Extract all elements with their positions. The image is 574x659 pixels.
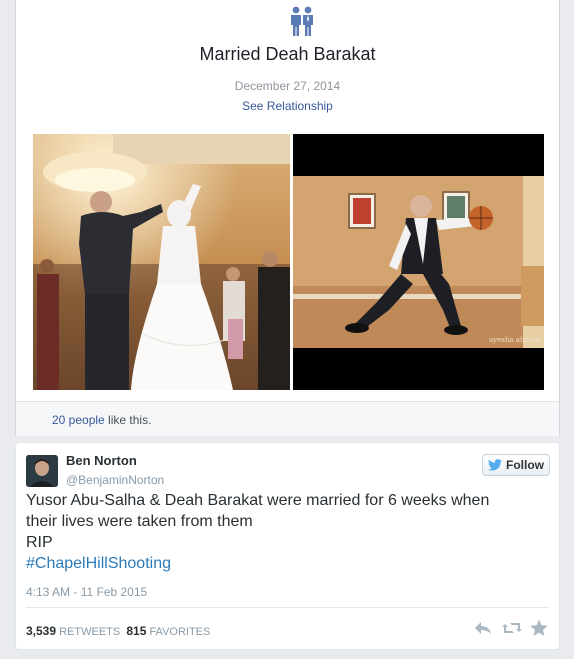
photo-watermark: ayesha ahmad	[489, 336, 540, 344]
likes-bar: 20 people like this.	[16, 401, 559, 436]
life-event-date: December 27, 2014	[234, 79, 341, 93]
tweet-text-line: RIP	[26, 534, 53, 551]
life-event-title: Married Deah Barakat	[199, 44, 376, 64]
favorites-count[interactable]: 815	[126, 624, 146, 638]
likes-count-link[interactable]: 20 people	[52, 413, 105, 427]
tweet-text: Yusor Abu-Salha & Deah Barakat were marr…	[26, 490, 546, 574]
favorites-label: FAVORITES	[149, 626, 211, 638]
divider	[26, 607, 549, 608]
tweet-actions	[473, 618, 549, 638]
retweets-label: RETWEETS	[59, 626, 121, 638]
couple-icon	[291, 6, 313, 36]
author-handle[interactable]: @BenjaminNorton	[66, 473, 164, 487]
retweet-icon[interactable]	[501, 618, 522, 638]
hashtag-link[interactable]: #ChapelHillShooting	[26, 553, 546, 574]
avatar[interactable]	[26, 455, 58, 487]
follow-label: Follow	[506, 458, 544, 472]
groom-dribbling-basketball-photo[interactable]: ayesha ahmad	[293, 134, 544, 390]
tweet-timestamp[interactable]: 4:13 AM - 11 Feb 2015	[26, 585, 147, 599]
likes-summary: 20 people like this.	[52, 413, 151, 427]
tweet-stats: 3,539 RETWEETS 815 FAVORITES	[26, 624, 210, 638]
retweets-count[interactable]: 3,539	[26, 624, 56, 638]
tweet-text-line: Yusor Abu-Salha & Deah Barakat were marr…	[26, 492, 490, 509]
likes-suffix: like this.	[104, 413, 152, 427]
photo-collage: ayesha ahmad	[33, 134, 544, 390]
author-name[interactable]: Ben Norton	[66, 453, 137, 468]
see-relationship-link[interactable]: See Relationship	[16, 99, 559, 113]
tweet-text-line: their lives were taken from them	[26, 513, 253, 530]
twitter-bird-icon	[488, 459, 502, 471]
favorite-icon[interactable]	[529, 618, 549, 638]
reply-icon[interactable]	[473, 618, 493, 638]
facebook-life-event-card: Married Deah Barakat December 27, 2014 S…	[15, 0, 560, 436]
embedded-tweet: Ben Norton @BenjaminNorton Follow Yusor …	[15, 442, 560, 650]
follow-button[interactable]: Follow	[482, 454, 550, 476]
wedding-dance-photo[interactable]	[33, 134, 290, 390]
